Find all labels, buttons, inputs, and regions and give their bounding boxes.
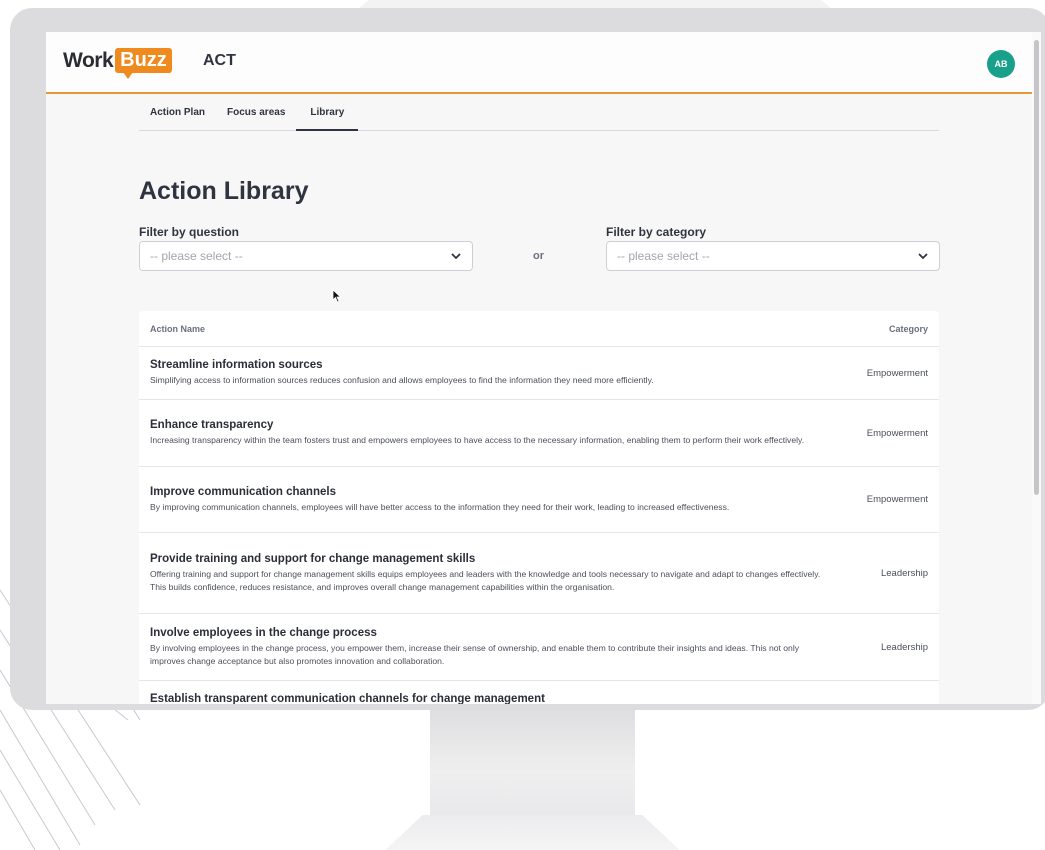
action-name: Streamline information sources xyxy=(150,359,323,371)
action-library-table: Action Name Category Streamline informat… xyxy=(139,311,939,704)
column-header-action-name: Action Name xyxy=(150,323,206,334)
filter-question-label: Filter by question xyxy=(139,225,240,239)
row-text: Establish transparent communication chan… xyxy=(150,693,830,704)
tab-bar: Action Plan Focus areas Library xyxy=(139,98,939,131)
page-title: Action Library xyxy=(139,177,309,205)
filter-category-value: -- please select -- xyxy=(617,249,710,263)
action-category: Leadership xyxy=(880,641,928,653)
action-description: By improving communication channels, emp… xyxy=(150,501,730,512)
workbuzz-logo[interactable]: Work Buzz xyxy=(63,48,172,79)
action-name: Provide training and support for change … xyxy=(150,552,476,565)
row-text: Enhance transparency Increasing transpar… xyxy=(150,419,830,447)
action-description: Offering training and support for change… xyxy=(150,568,821,592)
mouse-cursor-icon xyxy=(332,289,342,303)
row-text: Provide training and support for change … xyxy=(150,553,830,594)
scrollbar-thumb[interactable] xyxy=(1034,40,1039,495)
column-header-category: Category xyxy=(888,323,928,334)
chevron-down-icon xyxy=(918,253,928,260)
top-header: Work Buzz ACT AB xyxy=(46,32,1041,94)
action-name: Enhance transparency xyxy=(150,419,274,431)
action-name: Involve employees in the change process xyxy=(150,626,377,639)
user-avatar[interactable]: AB xyxy=(987,50,1015,78)
row-text: Streamline information sources Simplifyi… xyxy=(150,359,830,387)
action-category: Empowerment xyxy=(866,367,928,379)
logo-work-text: Work xyxy=(63,48,114,72)
action-description: Simplifying access to information source… xyxy=(150,375,654,385)
filter-category-select[interactable]: -- please select -- xyxy=(606,241,940,271)
action-category: Empowerment xyxy=(866,427,928,439)
table-row[interactable]: Streamline information sources Simplifyi… xyxy=(139,347,939,400)
filter-category-label: Filter by category xyxy=(606,225,707,239)
monitor-stand-neck xyxy=(430,700,635,820)
app-name: ACT xyxy=(203,52,236,69)
or-separator: or xyxy=(533,250,544,262)
tab-library[interactable]: Library xyxy=(296,98,359,131)
monitor-stand-base xyxy=(380,815,685,850)
action-category: Leadership xyxy=(880,567,928,579)
vertical-scrollbar[interactable] xyxy=(1032,32,1041,704)
action-description: By involving employees in the change pro… xyxy=(150,642,800,666)
table-row[interactable]: Involve employees in the change process … xyxy=(139,614,939,681)
tab-action-plan[interactable]: Action Plan xyxy=(139,98,216,131)
action-name: Improve communication channels xyxy=(150,485,336,498)
row-text: Improve communication channels By improv… xyxy=(150,486,830,514)
table-row[interactable]: Provide training and support for change … xyxy=(139,533,939,614)
table-row[interactable]: Improve communication channels By improv… xyxy=(139,467,939,533)
logo-buzz-text: Buzz xyxy=(115,48,172,79)
filter-question-value: -- please select -- xyxy=(150,249,243,263)
row-text: Involve employees in the change process … xyxy=(150,627,830,668)
action-description: Increasing transparency within the team … xyxy=(150,435,805,445)
chevron-down-icon xyxy=(451,253,461,260)
table-row[interactable]: Establish transparent communication chan… xyxy=(139,681,939,704)
app-screen: Work Buzz ACT AB Action Plan Focus areas… xyxy=(46,32,1041,704)
filter-question-select[interactable]: -- please select -- xyxy=(139,241,473,271)
action-category: Empowerment xyxy=(866,494,928,505)
monitor-frame: Work Buzz ACT AB Action Plan Focus areas… xyxy=(10,8,1045,710)
tab-focus-areas[interactable]: Focus areas xyxy=(216,98,296,131)
action-name: Establish transparent communication chan… xyxy=(150,693,545,704)
table-header: Action Name Category xyxy=(139,311,939,347)
table-row[interactable]: Enhance transparency Increasing transpar… xyxy=(139,400,939,467)
